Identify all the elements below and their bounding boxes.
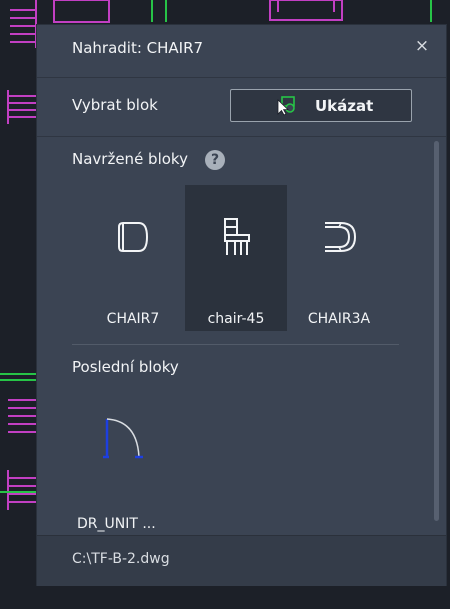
close-icon[interactable]: × bbox=[412, 36, 432, 56]
block-name: chair-45 bbox=[207, 311, 265, 327]
select-block-label: Vybrat blok bbox=[72, 96, 158, 114]
show-button-label: Ukázat bbox=[315, 97, 374, 115]
block-name: DR_UNIT ... bbox=[77, 516, 156, 532]
block-tile-chair7[interactable]: CHAIR7 bbox=[82, 185, 184, 331]
show-button[interactable]: Ukázat bbox=[230, 89, 412, 122]
chair-45-block-icon bbox=[224, 218, 250, 255]
suggested-blocks-label: Navržené bloky bbox=[72, 150, 188, 168]
palette-scrollbar[interactable] bbox=[434, 141, 439, 521]
palette-footer: C:\TF-B-2.dwg bbox=[37, 535, 446, 586]
file-path: C:\TF-B-2.dwg bbox=[72, 551, 170, 567]
recent-block-tile-dr-unit[interactable]: DR_UNIT ... bbox=[72, 403, 174, 543]
block-name: CHAIR7 bbox=[106, 311, 160, 327]
block-tile-chair-45[interactable]: chair-45 bbox=[185, 185, 287, 331]
palette-header[interactable]: Nahradit: CHAIR7 × bbox=[37, 25, 446, 75]
help-icon[interactable]: ? bbox=[205, 150, 225, 170]
section-divider bbox=[72, 344, 399, 345]
replace-block-palette: Nahradit: CHAIR7 × Vybrat blok Ukázat Na… bbox=[37, 25, 446, 586]
block-tile-chair3a[interactable]: CHAIR3A bbox=[288, 185, 390, 331]
chair7-block-icon bbox=[118, 222, 149, 252]
block-name: CHAIR3A bbox=[307, 311, 371, 327]
recent-blocks-label: Poslední bloky bbox=[72, 358, 179, 376]
chair3a-block-icon bbox=[325, 222, 357, 252]
select-block-row: Vybrat blok Ukázat bbox=[37, 77, 446, 137]
palette-title: Nahradit: CHAIR7 bbox=[72, 39, 204, 57]
door-unit-block-icon bbox=[103, 418, 143, 459]
pick-point-icon bbox=[277, 96, 295, 116]
